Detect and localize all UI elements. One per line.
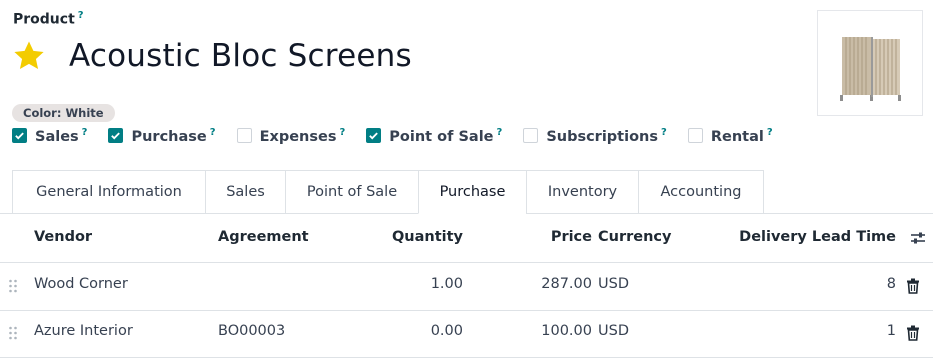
column-vendor[interactable]: Vendor bbox=[34, 229, 92, 245]
title-row: Acoustic Bloc Screens bbox=[12, 34, 412, 78]
product-title[interactable]: Acoustic Bloc Screens bbox=[69, 38, 412, 74]
column-agreement[interactable]: Agreement bbox=[218, 229, 309, 245]
cell-agreement[interactable]: BO00003 bbox=[218, 323, 285, 339]
check-icon bbox=[111, 132, 121, 140]
option-label: Expenses? bbox=[259, 127, 346, 145]
product-image-picture bbox=[818, 11, 922, 115]
help-icon[interactable]: ? bbox=[661, 127, 667, 138]
tab-inventory[interactable]: Inventory bbox=[526, 170, 638, 214]
option-label: Rental? bbox=[710, 127, 773, 145]
help-icon[interactable]: ? bbox=[210, 127, 216, 138]
cell-delivery-lead-time[interactable]: 1 bbox=[887, 323, 896, 339]
help-icon[interactable]: ? bbox=[767, 127, 773, 138]
help-icon[interactable]: ? bbox=[339, 127, 345, 138]
option-purchase[interactable]: Purchase? bbox=[108, 127, 216, 145]
checkbox-point-of-sale[interactable] bbox=[366, 128, 382, 144]
table-row[interactable]: Azure Interior BO00003 0.00 100.00 USD 1 bbox=[0, 310, 933, 356]
option-rental[interactable]: Rental? bbox=[687, 127, 773, 145]
column-quantity[interactable]: Quantity bbox=[392, 229, 463, 245]
cell-vendor[interactable]: Azure Interior bbox=[34, 323, 133, 339]
tab-point-of-sale[interactable]: Point of Sale bbox=[285, 170, 418, 214]
tab-accounting[interactable]: Accounting bbox=[638, 170, 764, 214]
vendor-table-header: Vendor Agreement Quantity Price Currency… bbox=[0, 222, 933, 254]
cell-quantity[interactable]: 0.00 bbox=[431, 323, 463, 339]
column-price[interactable]: Price bbox=[551, 229, 592, 245]
checkbox-subscriptions[interactable] bbox=[523, 128, 539, 144]
drag-handle-icon[interactable] bbox=[8, 326, 18, 340]
sliders-icon[interactable] bbox=[910, 230, 926, 246]
cell-delivery-lead-time[interactable]: 8 bbox=[887, 276, 896, 292]
trash-icon[interactable] bbox=[906, 278, 920, 294]
checkbox-purchase[interactable] bbox=[108, 128, 124, 144]
option-label: Subscriptions? bbox=[546, 127, 667, 145]
option-expenses[interactable]: Expenses? bbox=[236, 127, 346, 145]
cell-quantity[interactable]: 1.00 bbox=[431, 276, 463, 292]
product-label-text: Product bbox=[13, 11, 75, 28]
checkbox-expenses[interactable] bbox=[236, 128, 252, 144]
option-subscriptions[interactable]: Subscriptions? bbox=[523, 127, 667, 145]
check-icon bbox=[15, 132, 24, 140]
help-icon[interactable]: ? bbox=[82, 127, 88, 138]
tab-purchase[interactable]: Purchase bbox=[418, 170, 526, 214]
help-icon[interactable]: ? bbox=[497, 127, 503, 138]
cell-price[interactable]: 100.00 bbox=[541, 323, 592, 339]
cell-price[interactable]: 287.00 bbox=[541, 276, 592, 292]
cell-vendor[interactable]: Wood Corner bbox=[34, 276, 128, 292]
cell-currency[interactable]: USD bbox=[598, 323, 629, 339]
notebook-tabs: General Information Sales Point of Sale … bbox=[12, 170, 764, 214]
table-row[interactable]: Wood Corner 1.00 287.00 USD 8 bbox=[0, 263, 933, 309]
trash-icon[interactable] bbox=[906, 325, 920, 341]
checkbox-rental[interactable] bbox=[687, 128, 703, 144]
variant-chip: Color: White bbox=[12, 104, 115, 122]
tab-general-information[interactable]: General Information bbox=[12, 170, 205, 214]
option-sales[interactable]: Sales? bbox=[12, 127, 87, 145]
help-icon[interactable]: ? bbox=[78, 10, 84, 21]
tab-sales[interactable]: Sales bbox=[205, 170, 285, 214]
product-image[interactable] bbox=[817, 10, 923, 116]
column-delivery-lead-time[interactable]: Delivery Lead Time bbox=[739, 229, 896, 245]
option-label: Sales? bbox=[35, 127, 88, 145]
option-label: Point of Sale? bbox=[389, 127, 503, 145]
column-currency[interactable]: Currency bbox=[598, 229, 671, 245]
option-point-of-sale[interactable]: Point of Sale? bbox=[366, 127, 502, 145]
option-label: Purchase? bbox=[131, 127, 216, 145]
star-icon[interactable] bbox=[12, 39, 46, 73]
checkbox-sales[interactable] bbox=[12, 128, 27, 144]
product-options: Sales? Purchase? Expenses? Point of Sale… bbox=[12, 125, 794, 147]
check-icon bbox=[369, 132, 379, 140]
drag-handle-icon[interactable] bbox=[8, 279, 18, 293]
row-divider bbox=[0, 357, 933, 358]
product-label: Product? bbox=[13, 10, 84, 28]
cell-currency[interactable]: USD bbox=[598, 276, 629, 292]
